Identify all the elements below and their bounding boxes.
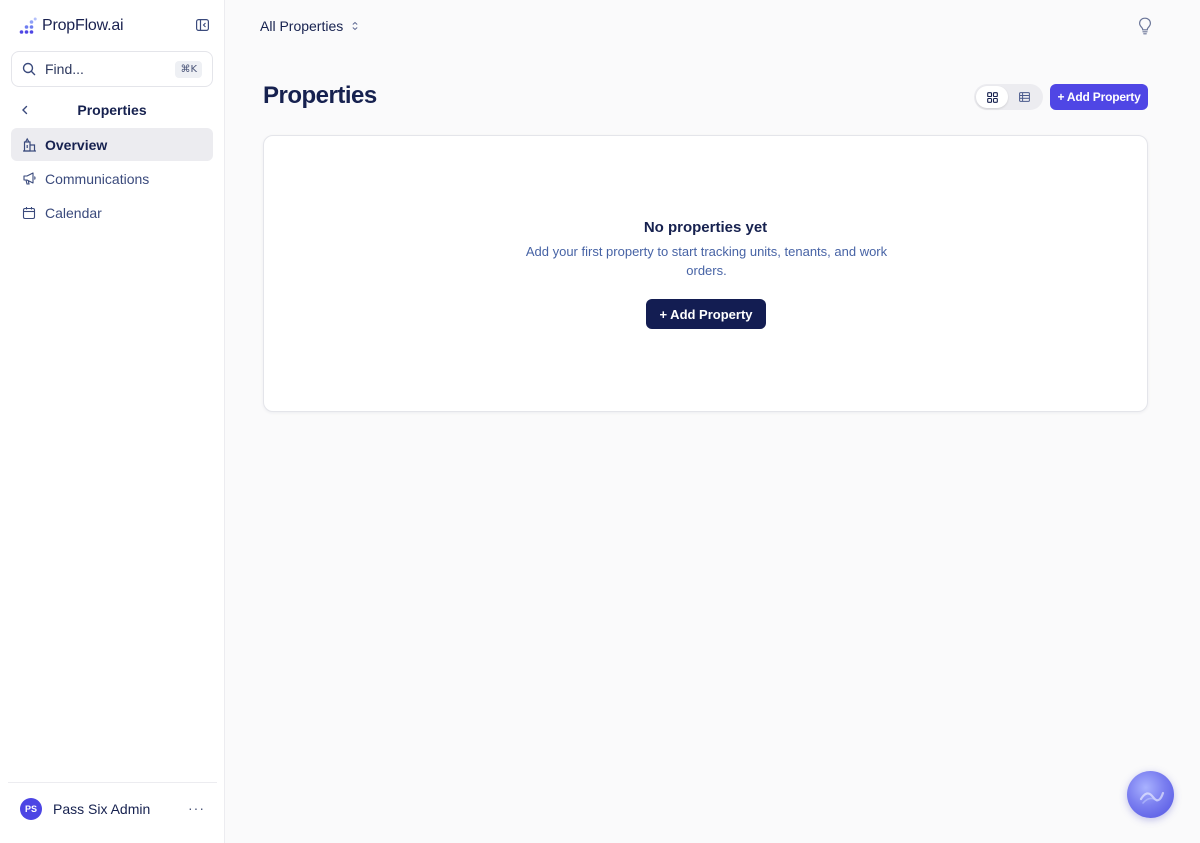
logo-icon	[19, 17, 37, 34]
calendar-icon	[21, 205, 37, 221]
back-button[interactable]	[11, 105, 39, 115]
grid-icon	[986, 91, 998, 103]
brand-name: PropFlow.ai	[42, 17, 124, 34]
sidebar-nav: Overview Communications Calendar	[11, 128, 213, 230]
section-header: Properties	[11, 100, 213, 120]
sidebar-footer: PS Pass Six Admin ···	[8, 782, 217, 843]
view-mode-toggle	[974, 84, 1043, 110]
table-view-button[interactable]	[1008, 86, 1040, 108]
search-shortcut-badge: ⌘K	[175, 60, 202, 78]
empty-state-card: No properties yet Add your first propert…	[263, 135, 1148, 412]
scope-label: All Properties	[260, 18, 344, 34]
chevron-up-down-icon	[352, 21, 358, 31]
property-scope-selector[interactable]: All Properties	[260, 16, 359, 36]
chevron-left-icon	[22, 105, 28, 115]
page-title: Properties	[263, 82, 377, 109]
section-title: Properties	[77, 102, 147, 118]
ai-assistant-button[interactable]	[1127, 771, 1174, 818]
empty-state-add-property-button[interactable]: + Add Property	[646, 299, 766, 329]
assistant-orb-icon	[1139, 791, 1165, 804]
more-options-button[interactable]: ···	[188, 800, 205, 816]
sidebar-item-overview[interactable]: Overview	[11, 128, 213, 161]
sidebar-toggle-icon	[195, 19, 209, 31]
brand-logo[interactable]: PropFlow.ai	[19, 14, 124, 38]
table-icon	[1018, 92, 1030, 102]
sidebar-item-label: Overview	[45, 136, 108, 153]
sidebar-item-communications[interactable]: Communications	[11, 162, 213, 195]
user-menu[interactable]: PS Pass Six Admin	[20, 798, 150, 820]
sidebar: PropFlow.ai ⌘K Properties	[0, 0, 225, 843]
empty-state-description: Add your first property to start trackin…	[525, 244, 888, 278]
search-icon	[22, 62, 36, 76]
megaphone-icon	[21, 171, 37, 187]
user-name: Pass Six Admin	[53, 801, 151, 817]
avatar: PS	[20, 798, 42, 820]
sidebar-item-label: Communications	[45, 170, 150, 187]
sidebar-item-calendar[interactable]: Calendar	[11, 196, 213, 229]
sidebar-collapse-button[interactable]	[194, 17, 210, 33]
lightbulb-icon	[1138, 17, 1152, 35]
empty-state-title: No properties yet	[643, 219, 768, 236]
search-box[interactable]: ⌘K	[11, 51, 213, 87]
tips-button[interactable]	[1138, 17, 1154, 35]
grid-view-button[interactable]	[976, 86, 1008, 108]
add-property-button[interactable]: + Add Property	[1050, 84, 1148, 110]
building-icon	[21, 137, 37, 153]
sidebar-item-label: Calendar	[45, 204, 102, 221]
search-input[interactable]	[45, 61, 163, 77]
